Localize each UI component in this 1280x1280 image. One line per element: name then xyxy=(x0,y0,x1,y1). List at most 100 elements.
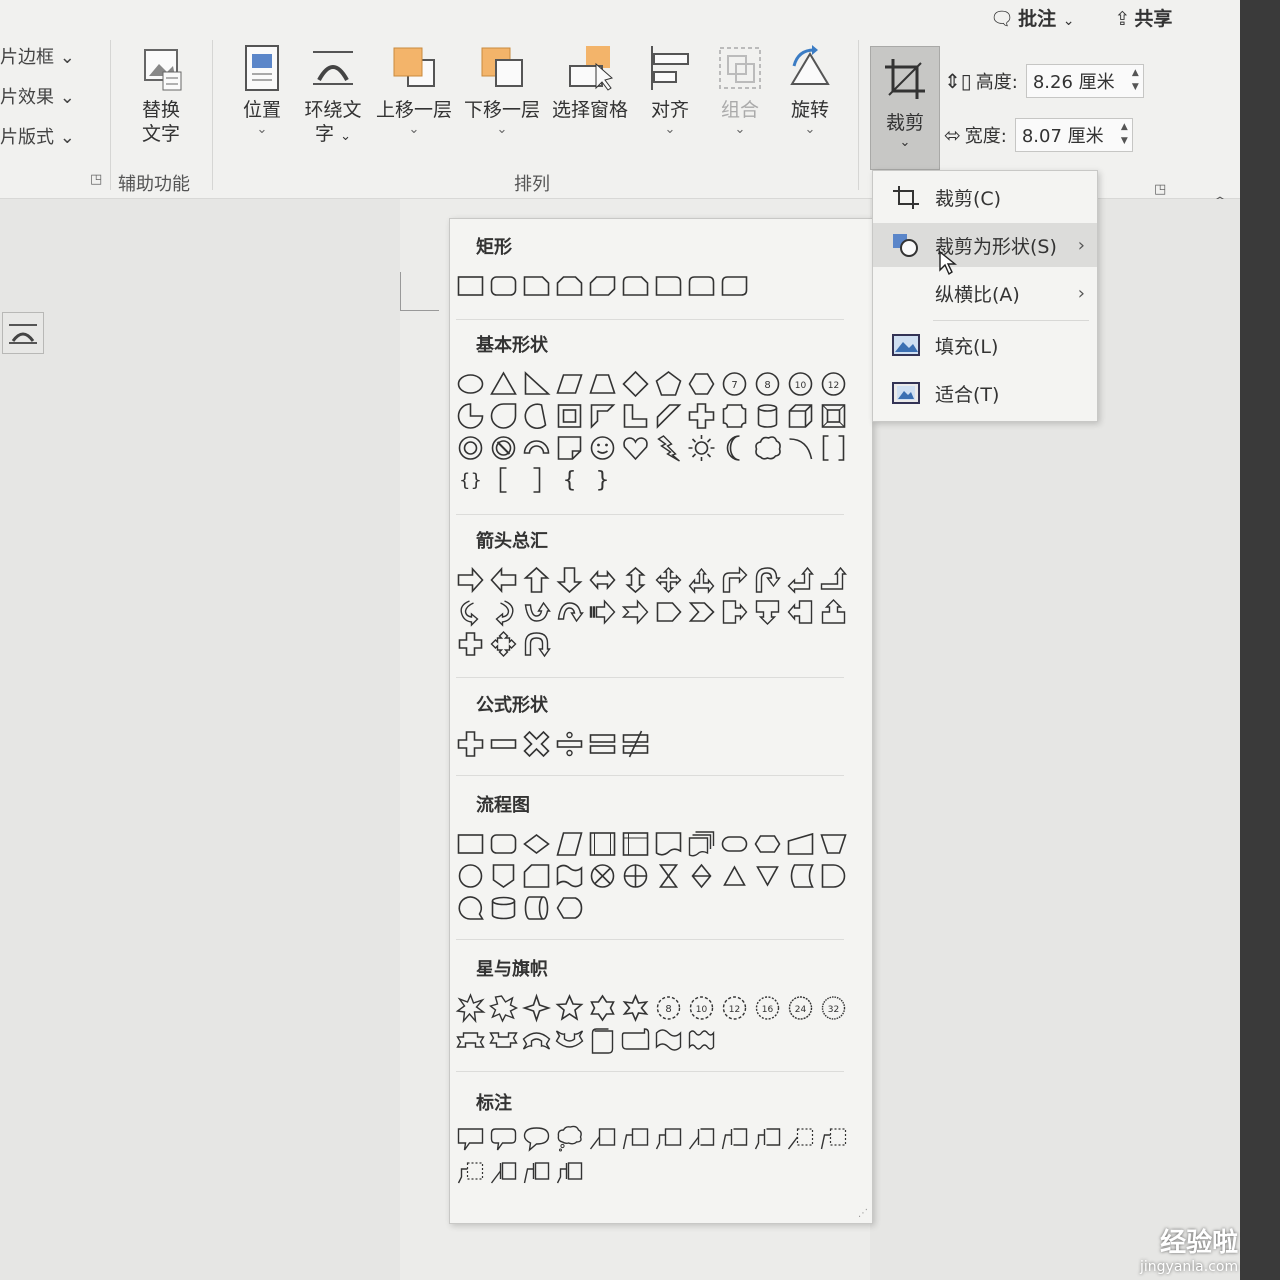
can-shape[interactable] xyxy=(752,401,783,431)
block-arc-shape[interactable] xyxy=(521,433,552,463)
math-not-equal-shape[interactable] xyxy=(620,729,651,759)
line-callout-1-accent-bar-shape[interactable] xyxy=(686,1123,717,1153)
flowchart-sequential-access-storage-shape[interactable] xyxy=(455,893,486,923)
cloud-callout-shape[interactable] xyxy=(554,1123,585,1153)
group-button[interactable]: 组合 ⌄ xyxy=(712,44,768,138)
no-symbol-shape[interactable] xyxy=(488,433,519,463)
width-spinner[interactable]: ▲ ▼ xyxy=(1121,120,1128,148)
flowchart-sort-shape[interactable] xyxy=(686,861,717,891)
flowchart-delay-shape[interactable] xyxy=(818,861,849,891)
sun-shape[interactable] xyxy=(686,433,717,463)
star-10-point-shape[interactable]: 10 xyxy=(686,993,717,1023)
flowchart-process-shape[interactable] xyxy=(455,829,486,859)
height-spinner[interactable]: ▲ ▼ xyxy=(1132,66,1139,94)
flowchart-collate-shape[interactable] xyxy=(653,861,684,891)
snip-corner-rectangle-shape[interactable] xyxy=(521,271,552,301)
star-4-point-shape[interactable] xyxy=(521,993,552,1023)
flowchart-multidocument-shape[interactable] xyxy=(686,829,717,859)
send-backward-button[interactable]: 下移一层 ⌄ xyxy=(460,44,544,138)
dodecagon-shape[interactable]: 12 xyxy=(818,369,849,399)
snip-round-rectangle-shape[interactable] xyxy=(620,271,651,301)
flowchart-manual-operation-shape[interactable] xyxy=(818,829,849,859)
flowchart-manual-input-shape[interactable] xyxy=(785,829,816,859)
left-bracket-shape[interactable] xyxy=(488,465,519,495)
flowchart-alternate-process-shape[interactable] xyxy=(488,829,519,859)
line-callout-1-shape[interactable] xyxy=(587,1123,618,1153)
flowchart-data-shape[interactable] xyxy=(554,829,585,859)
menu-item-aspect-ratio[interactable]: 纵横比(A) › xyxy=(873,271,1097,315)
curved-ribbon-down-shape[interactable] xyxy=(554,1025,585,1055)
star-8-point-shape[interactable]: 8 xyxy=(653,993,684,1023)
picture-effects-button[interactable]: 片效果 ⌄ xyxy=(0,78,75,118)
frame-shape[interactable] xyxy=(554,401,585,431)
flowchart-internal-storage-shape[interactable] xyxy=(620,829,651,859)
explosion-2-shape[interactable] xyxy=(488,993,519,1023)
star-32-point-shape[interactable]: 32 xyxy=(818,993,849,1023)
rounded-rectangle-shape[interactable] xyxy=(488,271,519,301)
l-shape[interactable] xyxy=(620,401,651,431)
explosion-1-shape[interactable] xyxy=(455,993,486,1023)
width-input[interactable]: 8.07 厘米 ▲ ▼ xyxy=(1014,118,1133,152)
wrap-text-button[interactable]: 环绕文 字 ⌄ xyxy=(298,44,368,149)
dialog-launcher-icon[interactable]: ◳ xyxy=(1154,182,1166,197)
right-arrow-shape[interactable] xyxy=(455,565,486,595)
trapezoid-shape[interactable] xyxy=(587,369,618,399)
pentagon-arrow-shape[interactable] xyxy=(653,597,684,627)
line-callout-3-shape[interactable] xyxy=(653,1123,684,1153)
plus-shape[interactable] xyxy=(686,401,717,431)
donut-shape[interactable] xyxy=(455,433,486,463)
heart-shape[interactable] xyxy=(620,433,651,463)
folded-corner-shape[interactable] xyxy=(554,433,585,463)
flowchart-stored-data-shape[interactable] xyxy=(785,861,816,891)
parallelogram-shape[interactable] xyxy=(554,369,585,399)
chevron-shape[interactable] xyxy=(686,597,717,627)
curved-up-arrow-shape[interactable] xyxy=(521,597,552,627)
up-arrow-shape[interactable] xyxy=(521,565,552,595)
flowchart-magnetic-disk-shape[interactable] xyxy=(488,893,519,923)
quad-arrow-shape[interactable] xyxy=(653,565,684,595)
octagon-shape[interactable]: 8 xyxy=(752,369,783,399)
rounded-rectangular-callout-shape[interactable] xyxy=(488,1123,519,1153)
teardrop-shape[interactable] xyxy=(488,401,519,431)
flowchart-off-page-connector-shape[interactable] xyxy=(488,861,519,891)
line-callout-1-no-border-shape[interactable] xyxy=(785,1123,816,1153)
striped-right-arrow-shape[interactable] xyxy=(587,597,618,627)
rectangular-callout-shape[interactable] xyxy=(455,1123,486,1153)
bring-forward-button[interactable]: 上移一层 ⌄ xyxy=(372,44,456,138)
left-brace-shape[interactable]: { xyxy=(554,465,585,495)
plaque-shape[interactable] xyxy=(719,401,750,431)
up-down-arrow-shape[interactable] xyxy=(620,565,651,595)
half-frame-shape[interactable] xyxy=(587,401,618,431)
triangle-shape[interactable] xyxy=(488,369,519,399)
right-triangle-shape[interactable] xyxy=(521,369,552,399)
chord-shape[interactable] xyxy=(521,401,552,431)
star-12-point-shape[interactable]: 12 xyxy=(719,993,750,1023)
horizontal-scroll-shape[interactable] xyxy=(620,1025,651,1055)
line-callout-3-border-accent-bar-shape[interactable] xyxy=(554,1157,585,1187)
line-callout-2-accent-bar-shape[interactable] xyxy=(719,1123,750,1153)
u-turn-down-arrow-shape[interactable] xyxy=(521,629,552,659)
double-bracket-shape[interactable] xyxy=(818,433,849,463)
down-arrow-callout-shape[interactable] xyxy=(752,597,783,627)
flowchart-terminator-shape[interactable] xyxy=(719,829,750,859)
left-arrow-shape[interactable] xyxy=(488,565,519,595)
star-6-point-shape[interactable] xyxy=(587,993,618,1023)
star-5-point-shape[interactable] xyxy=(554,993,585,1023)
flowchart-merge-shape[interactable] xyxy=(752,861,783,891)
up-arrow-callout-shape[interactable] xyxy=(818,597,849,627)
round-corner-rectangle-shape[interactable] xyxy=(653,271,684,301)
dialog-launcher-icon[interactable]: ◳ xyxy=(90,172,102,187)
double-wave-shape[interactable] xyxy=(686,1025,717,1055)
curved-ribbon-up-shape[interactable] xyxy=(521,1025,552,1055)
right-brace-shape[interactable]: } xyxy=(587,465,618,495)
line-callout-3-no-border-shape[interactable] xyxy=(455,1157,486,1187)
bevel-shape[interactable] xyxy=(818,401,849,431)
diamond-shape[interactable] xyxy=(620,369,651,399)
math-minus-shape[interactable] xyxy=(488,729,519,759)
picture-layout-button[interactable]: 片版式 ⌄ xyxy=(0,118,75,158)
snip-diagonal-rectangle-shape[interactable] xyxy=(587,271,618,301)
align-button[interactable]: 对齐 ⌄ xyxy=(642,44,698,138)
share-button[interactable]: ⇪ 共享 xyxy=(1115,4,1173,31)
line-callout-2-no-border-shape[interactable] xyxy=(818,1123,849,1153)
pentagon-shape[interactable] xyxy=(653,369,684,399)
